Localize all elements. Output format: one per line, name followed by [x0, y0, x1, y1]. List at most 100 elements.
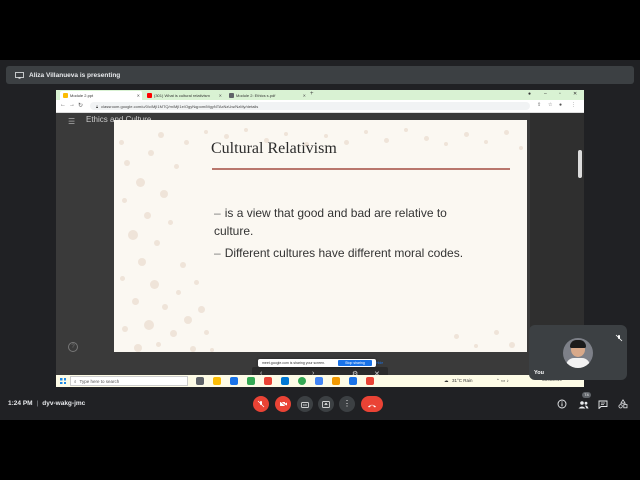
- participant-count-badge: 74: [582, 392, 591, 398]
- new-tab-button[interactable]: +: [310, 91, 314, 97]
- close-tab-icon[interactable]: ✕: [303, 93, 306, 98]
- taskbar-app-icon[interactable]: [264, 377, 272, 385]
- browser-tab-bar: Module 2.ppt ✕ (301) What is cultural re…: [56, 90, 584, 100]
- screen-share-notification: meet.google.com is sharing your screen. …: [258, 359, 383, 367]
- more-options-button[interactable]: ⋮: [339, 396, 355, 412]
- pattern-dot: [168, 220, 173, 225]
- leave-call-button[interactable]: [361, 396, 383, 412]
- taskbar-app-icon[interactable]: [230, 377, 238, 385]
- bookmark-star-icon[interactable]: ☆: [548, 102, 552, 108]
- pattern-dot: [324, 134, 328, 138]
- pattern-dot: [122, 198, 127, 203]
- url-field[interactable]: 🔒︎ classroom.google.com/u/0/c/MjI1MTQ/m/…: [90, 102, 530, 110]
- taskbar-app-icon[interactable]: [213, 377, 221, 385]
- share-icon[interactable]: ⇪: [537, 102, 541, 108]
- lock-icon: 🔒︎: [96, 103, 99, 109]
- scrollbar-thumb[interactable]: [578, 150, 582, 178]
- pattern-dot: [509, 342, 515, 348]
- weather-text[interactable]: 31°C Rain: [452, 378, 473, 383]
- pattern-dot: [364, 130, 368, 134]
- meeting-separator: |: [36, 400, 39, 407]
- participant-avatar: [563, 338, 593, 368]
- pattern-dot: [454, 334, 459, 339]
- browser-tab-slides[interactable]: Module 2.ppt ✕: [60, 91, 142, 100]
- slide-bullet: – is a view that good and bad are relativ…: [214, 204, 474, 240]
- self-view-tile[interactable]: You: [529, 325, 627, 380]
- camera-toggle-button[interactable]: [275, 396, 291, 412]
- pattern-dot: [190, 346, 196, 352]
- pattern-dot: [144, 320, 154, 330]
- menu-icon[interactable]: ☰: [68, 117, 75, 126]
- pattern-dot: [494, 330, 499, 335]
- present-now-button[interactable]: [318, 396, 334, 412]
- stop-sharing-button[interactable]: Stop sharing: [338, 360, 372, 366]
- more-menu-icon[interactable]: ⋮: [571, 102, 576, 108]
- presenter-text: Aliza Villanueva is presenting: [29, 71, 121, 79]
- system-tray-icons[interactable]: ⌃ ▭ ♪: [496, 378, 509, 384]
- people-icon[interactable]: [577, 398, 589, 410]
- shared-screen: Module 2.ppt ✕ (301) What is cultural re…: [56, 90, 584, 387]
- taskbar-app-icon[interactable]: [281, 377, 289, 385]
- search-icon: ⌕: [74, 378, 77, 384]
- activities-icon[interactable]: [617, 398, 629, 410]
- bullet-dash: –: [214, 246, 221, 260]
- taskbar-search-field[interactable]: ⌕ Type here to search: [70, 376, 188, 386]
- meet-stage: Aliza Villanueva is presenting Module 2.…: [0, 60, 640, 420]
- pattern-dot: [144, 212, 151, 219]
- browser-tab-youtube[interactable]: (301) What is cultural relativism ✕: [144, 91, 224, 100]
- taskbar-app-icon[interactable]: [298, 377, 306, 385]
- profile-circle-icon[interactable]: ●: [528, 91, 531, 97]
- close-tab-icon[interactable]: ✕: [219, 93, 222, 98]
- slide-title: Cultural Relativism: [211, 140, 337, 157]
- present-icon: [322, 395, 330, 413]
- hide-notice-button[interactable]: Hide: [376, 360, 383, 366]
- presentation-icon: [14, 71, 24, 79]
- taskbar-app-icon[interactable]: [247, 377, 255, 385]
- weather-icon[interactable]: ☁: [444, 378, 449, 384]
- meeting-controls-bar: 1:24 PM | dyv-wakg-jmc CC ⋮ 74: [0, 392, 640, 416]
- bullet-dash: –: [214, 206, 221, 220]
- reload-icon[interactable]: ↻: [78, 102, 83, 109]
- avatar-icon[interactable]: ●: [559, 102, 562, 108]
- pattern-dot: [120, 276, 125, 281]
- mic-muted-icon: [615, 329, 623, 342]
- close-window-icon[interactable]: ✕: [573, 91, 577, 97]
- pattern-dot: [344, 140, 349, 145]
- help-icon[interactable]: ?: [68, 342, 78, 352]
- taskbar-search-placeholder: Type here to search: [79, 378, 120, 384]
- pattern-dot: [444, 142, 448, 146]
- taskbar-app-icon[interactable]: [196, 377, 204, 385]
- globe-favicon-icon: [229, 93, 234, 98]
- tab-label: (301) What is cultural relativism: [154, 93, 210, 98]
- meeting-details-icon[interactable]: [556, 398, 568, 410]
- pattern-dot: [504, 130, 509, 135]
- pattern-dot: [128, 230, 138, 240]
- forward-icon[interactable]: →: [69, 102, 75, 108]
- close-tab-icon[interactable]: ✕: [137, 93, 140, 98]
- pattern-dot: [150, 280, 159, 289]
- pattern-dot: [134, 344, 142, 352]
- pattern-dot: [184, 316, 192, 324]
- meeting-code[interactable]: dyv-wakg-jmc: [42, 400, 85, 407]
- windows-start-icon[interactable]: [60, 378, 66, 384]
- tab-label: Module 2: Ethics s.pdf: [236, 93, 276, 98]
- chat-icon[interactable]: [597, 398, 609, 410]
- back-icon[interactable]: ←: [60, 102, 66, 108]
- taskbar-app-icon[interactable]: [349, 377, 357, 385]
- url-text: classroom.google.com/u/0/c/MjI1MTQ/m/MjI…: [101, 103, 259, 109]
- mic-toggle-button[interactable]: [253, 396, 269, 412]
- presenter-banner: Aliza Villanueva is presenting: [6, 66, 634, 84]
- minimize-icon[interactable]: –: [544, 91, 547, 97]
- taskbar-app-icon[interactable]: [366, 377, 374, 385]
- pattern-dot: [424, 136, 429, 141]
- pattern-dot: [170, 330, 177, 337]
- pattern-dot: [404, 128, 408, 132]
- captions-button[interactable]: CC: [297, 396, 313, 412]
- taskbar-app-icon[interactable]: [332, 377, 340, 385]
- more-vert-icon: ⋮: [343, 399, 351, 408]
- taskbar-app-icon[interactable]: [315, 377, 323, 385]
- hang-up-icon: [367, 395, 377, 413]
- restore-icon[interactable]: ▫: [559, 91, 561, 97]
- browser-tab-pdf[interactable]: Module 2: Ethics s.pdf ✕: [226, 91, 308, 100]
- pattern-dot: [384, 138, 389, 143]
